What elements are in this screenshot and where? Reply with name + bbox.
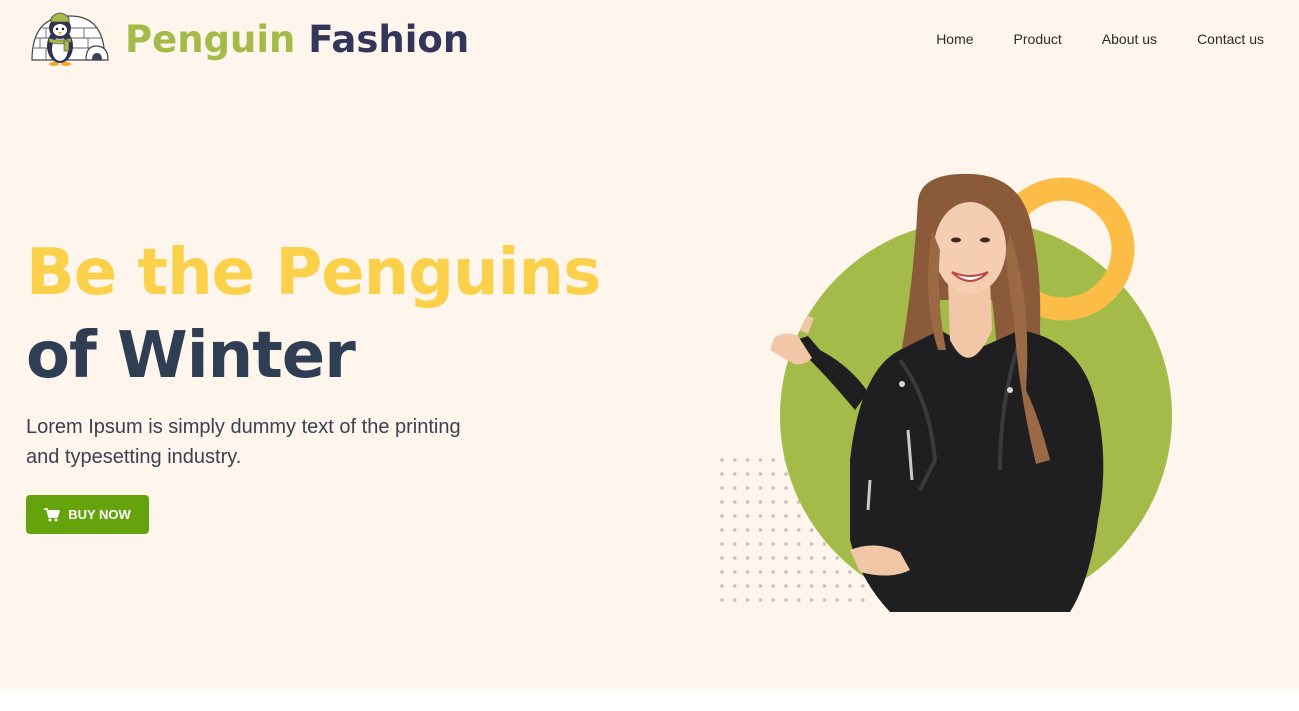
nav-item-about-us[interactable]: About us bbox=[1102, 30, 1157, 48]
hero-image bbox=[720, 173, 1172, 612]
buy-now-button[interactable]: BUY NOW bbox=[26, 495, 149, 534]
hero-description: Lorem Ipsum is simply dummy text of the … bbox=[26, 416, 461, 468]
hero-headline-line2: of Winter bbox=[26, 319, 356, 393]
brand-name-part2: Fashion bbox=[308, 18, 470, 61]
cart-icon bbox=[44, 507, 61, 521]
buy-now-label: BUY NOW bbox=[68, 507, 131, 522]
penguin-igloo-icon bbox=[31, 12, 109, 66]
main-nav: Home Product About us Contact us bbox=[896, 30, 1264, 48]
logo[interactable] bbox=[26, 8, 110, 68]
brand-name[interactable]: Penguin Fashion bbox=[125, 14, 469, 66]
nav-item-home[interactable]: Home bbox=[936, 30, 973, 48]
hero-headline-line1: Be the Penguins bbox=[26, 236, 601, 310]
landing-page: Penguin Fashion Home Product About us Co… bbox=[0, 0, 1299, 689]
nav-item-product[interactable]: Product bbox=[1014, 30, 1062, 48]
brand-name-part1: Penguin bbox=[125, 18, 296, 61]
nav-item-contact-us[interactable]: Contact us bbox=[1197, 30, 1264, 48]
